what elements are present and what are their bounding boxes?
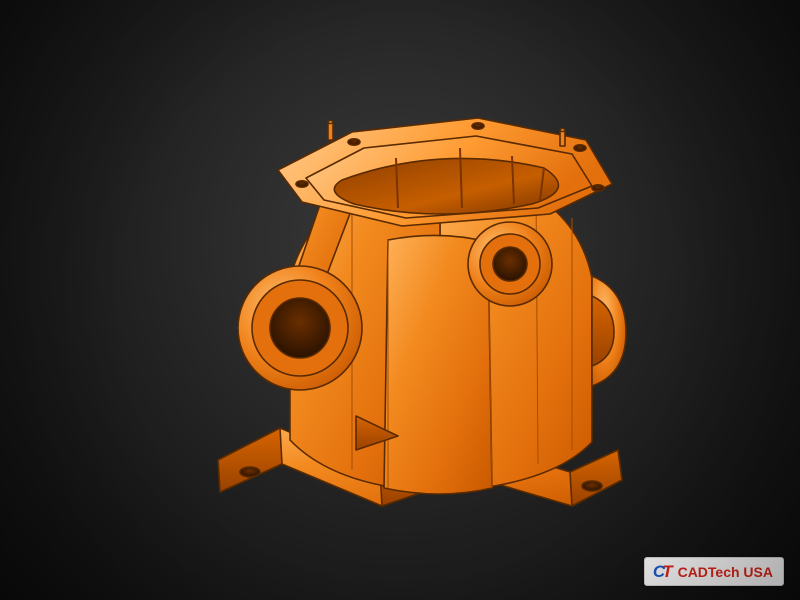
base-hole-left: [240, 467, 260, 477]
top-hole-3: [472, 123, 484, 129]
boss-right: [592, 276, 626, 386]
brand-name: CADTech USA: [678, 565, 773, 579]
model-svg: [140, 40, 660, 560]
top-hole-2: [348, 139, 360, 145]
cad-3d-viewport[interactable]: C T CADTech USA: [0, 0, 800, 600]
boss-left: [238, 266, 362, 390]
brand-mark-letter-2: T: [662, 563, 671, 580]
top-pin-right: [560, 129, 565, 146]
model-3d[interactable]: [140, 40, 660, 560]
base-hole-right: [582, 481, 602, 491]
top-hole-1: [296, 181, 308, 187]
brand-badge: C T CADTech USA: [644, 557, 784, 586]
top-hole-4: [574, 145, 586, 151]
top-hole-5: [592, 185, 604, 191]
boss-front: [468, 222, 552, 306]
brand-mark-icon: C T: [653, 563, 672, 580]
top-pin-left: [328, 121, 333, 140]
